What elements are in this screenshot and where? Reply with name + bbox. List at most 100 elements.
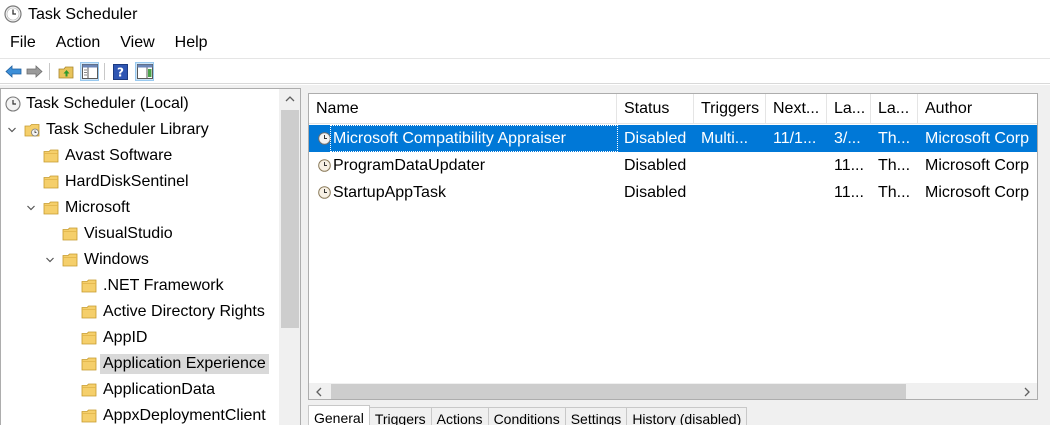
tab-conditions[interactable]: Conditions (487, 407, 566, 425)
tree-item-appid[interactable]: AppID (1, 325, 278, 351)
chevron-down-icon[interactable] (6, 124, 18, 136)
table-row[interactable]: Microsoft Compatibility Appraiser Disabl… (309, 125, 1037, 152)
tree-item-task-scheduler-local[interactable]: Task Scheduler (Local) (1, 91, 278, 117)
chevron-down-icon[interactable] (44, 254, 56, 266)
chevron-left-icon (316, 387, 322, 396)
tree-item-microsoft[interactable]: Microsoft (1, 195, 278, 221)
column-header-name[interactable]: Name (309, 94, 617, 124)
tab-actions[interactable]: Actions (430, 407, 489, 425)
scrollbar-thumb[interactable] (281, 110, 299, 328)
menu-help[interactable]: Help (165, 32, 218, 56)
menu-bar: File Action View Help (0, 32, 218, 56)
tree-item-active-directory-rights[interactable]: Active Directory Rights (1, 299, 278, 325)
task-last-run: 11... (834, 157, 864, 174)
folder-icon (81, 331, 97, 345)
toolbar-separator (104, 63, 105, 80)
forward-button[interactable] (25, 62, 44, 81)
scroll-left-button[interactable] (309, 383, 329, 399)
show-hide-console-tree-button[interactable] (80, 62, 99, 81)
window-title: Task Scheduler (28, 6, 138, 23)
task-author: Microsoft Corp (925, 184, 1030, 201)
task-last-result: Th... (878, 157, 911, 174)
tree-item-avast-software[interactable]: Avast Software (1, 143, 278, 169)
task-status: Disabled (624, 157, 687, 174)
back-button[interactable] (4, 62, 23, 81)
show-hide-action-pane-icon (136, 64, 153, 79)
toolbar: ? (0, 58, 1050, 84)
chevron-right-icon (1024, 387, 1030, 396)
help-button[interactable]: ? (111, 62, 130, 81)
tree-item-label: Windows (84, 251, 149, 268)
menu-file[interactable]: File (0, 32, 46, 56)
up-one-level-button[interactable] (57, 62, 76, 81)
tree-item-application-experience[interactable]: Application Experience (1, 351, 278, 377)
menu-action[interactable]: Action (46, 32, 110, 56)
task-next-run (773, 179, 827, 206)
tree-item-label: Task Scheduler Library (46, 121, 209, 138)
task-last-result: Th... (878, 184, 911, 201)
tab-settings[interactable]: Settings (564, 407, 628, 425)
folder-icon (81, 383, 97, 397)
tree-item-label: .NET Framework (103, 277, 224, 294)
column-header-author[interactable]: Author (918, 94, 1037, 124)
clock-icon (4, 5, 22, 23)
task-list[interactable]: Name Status Triggers Next... La... La...… (308, 93, 1038, 400)
task-name: StartupAppTask (333, 184, 446, 201)
chevron-down-icon[interactable] (25, 202, 37, 214)
tab-general[interactable]: General (308, 405, 370, 425)
table-row[interactable]: ProgramDataUpdater Disabled 11... Th... … (309, 152, 1037, 179)
task-triggers: Multi... (701, 130, 749, 147)
scroll-right-button[interactable] (1017, 383, 1037, 399)
tree-item-harddisksentinel[interactable]: HardDiskSentinel (1, 169, 278, 195)
task-list-header: Name Status Triggers Next... La... La...… (309, 94, 1037, 124)
column-header-triggers[interactable]: Triggers (694, 94, 766, 124)
scroll-up-button[interactable] (279, 89, 300, 109)
show-hide-action-pane-button[interactable] (135, 62, 154, 81)
column-header-last-run[interactable]: La... (827, 94, 871, 124)
task-last-run: 11... (834, 184, 864, 201)
tree-item-label: Active Directory Rights (103, 303, 265, 320)
tree-item-appxdeploymentclient[interactable]: AppxDeploymentClient (1, 403, 278, 425)
column-header-last-result[interactable]: La... (871, 94, 918, 124)
folder-icon (43, 149, 59, 163)
show-hide-console-tree-icon (81, 64, 98, 79)
library-folder-icon (24, 124, 40, 137)
tree-item-windows[interactable]: Windows (1, 247, 278, 273)
help-icon: ? (113, 63, 128, 80)
task-name: ProgramDataUpdater (333, 157, 486, 174)
task-last-result: Th... (878, 130, 911, 147)
column-header-next-run[interactable]: Next... (766, 94, 827, 124)
console-tree[interactable]: Task Scheduler (Local) Task Scheduler Li… (0, 88, 301, 425)
tree-item-visualstudio[interactable]: VisualStudio (1, 221, 278, 247)
task-list-horizontal-scrollbar[interactable] (309, 383, 1037, 399)
tree-item-label: Task Scheduler (Local) (26, 95, 189, 112)
clock-icon (5, 96, 21, 112)
tree-vertical-scrollbar[interactable] (279, 89, 300, 425)
back-arrow-icon (5, 65, 22, 78)
menu-view[interactable]: View (110, 32, 164, 56)
task-author: Microsoft Corp (925, 130, 1030, 147)
tab-history[interactable]: History (disabled) (626, 407, 748, 425)
task-next-run (773, 152, 827, 179)
tab-triggers[interactable]: Triggers (368, 407, 432, 425)
folder-icon (43, 175, 59, 189)
tree-item-applicationdata[interactable]: ApplicationData (1, 377, 278, 403)
column-header-status[interactable]: Status (617, 94, 694, 124)
task-author: Microsoft Corp (925, 157, 1030, 174)
task-triggers (701, 152, 766, 179)
scrollbar-thumb[interactable] (331, 384, 906, 399)
tree-item-label: ApplicationData (103, 381, 216, 398)
tree-item-net-framework[interactable]: .NET Framework (1, 273, 278, 299)
tree-item-label: VisualStudio (84, 225, 173, 242)
table-row[interactable]: StartupAppTask Disabled 11... Th... Micr… (309, 179, 1037, 206)
task-next-run: 11/1... (773, 130, 817, 147)
folder-icon (62, 227, 78, 241)
task-last-run: 3/... (834, 130, 861, 147)
folder-icon (81, 305, 97, 319)
tree-item-task-scheduler-library[interactable]: Task Scheduler Library (1, 117, 278, 143)
tree-item-label: Microsoft (65, 199, 130, 216)
svg-text:?: ? (117, 65, 124, 79)
tree-item-label: AppID (103, 329, 148, 346)
folder-icon (81, 279, 97, 293)
folder-icon (81, 357, 97, 371)
